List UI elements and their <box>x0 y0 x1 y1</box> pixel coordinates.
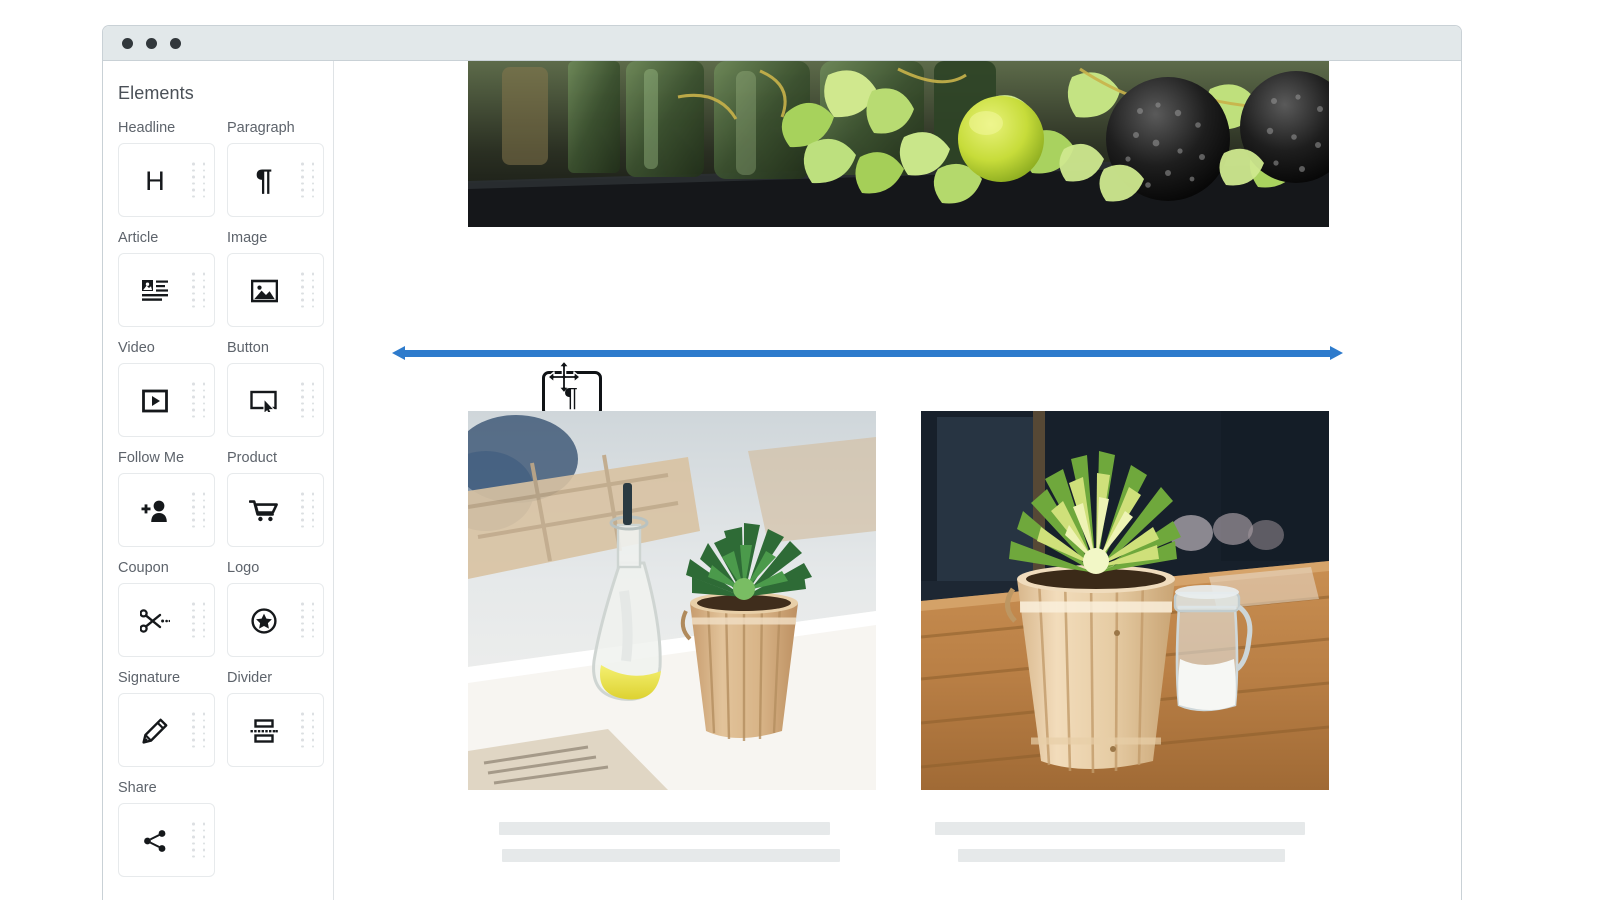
product-card[interactable] <box>921 411 1329 862</box>
element-card-share[interactable] <box>118 803 215 877</box>
drag-ghost-paragraph-glyph: ¶ <box>564 382 578 412</box>
element-cell-signature: Signature <box>118 670 215 767</box>
video-icon <box>119 364 191 438</box>
element-card-coupon[interactable] <box>118 583 215 657</box>
drag-handle-dots[interactable] <box>192 162 205 198</box>
sidebar-title: Elements <box>118 83 194 103</box>
element-label-image: Image <box>227 230 268 246</box>
window-body: Elements Headline H Paragraph ¶ Article … <box>103 61 1461 900</box>
drop-indicator-bar <box>405 350 1330 357</box>
drag-handle-dots[interactable] <box>301 602 314 638</box>
drag-handle-dots[interactable] <box>192 712 205 748</box>
drag-handle-dots[interactable] <box>192 492 205 528</box>
element-card-paragraph[interactable]: ¶ <box>227 143 324 217</box>
element-label-logo: Logo <box>227 560 260 576</box>
drag-handle-dots[interactable] <box>301 162 314 198</box>
article-icon <box>119 254 191 328</box>
element-card-headline[interactable]: H <box>118 143 215 217</box>
paragraph-icon: ¶ <box>255 164 273 197</box>
element-label-video: Video <box>118 340 155 356</box>
product-text-placeholder-line-2 <box>958 849 1285 862</box>
window-titlebar <box>103 26 1461 61</box>
element-label-button: Button <box>227 340 269 356</box>
logo-star-icon <box>228 584 300 658</box>
product-image-2[interactable] <box>921 411 1329 790</box>
drag-handle-dots[interactable] <box>301 712 314 748</box>
product-text-placeholder-line-1 <box>935 822 1305 835</box>
product-cart-icon <box>228 474 300 548</box>
product-image-1[interactable] <box>468 411 876 790</box>
drag-handle-dots[interactable] <box>192 822 205 858</box>
drag-handle-dots[interactable] <box>301 272 314 308</box>
follow-me-icon <box>119 474 191 548</box>
elements-sidebar: Elements Headline H Paragraph ¶ Article … <box>103 61 334 900</box>
product-image-2-graphic <box>921 411 1329 790</box>
drop-indicator-left-arrow <box>392 346 405 360</box>
element-label-divider: Divider <box>227 670 273 686</box>
element-card-video[interactable] <box>118 363 215 437</box>
element-cell-paragraph: Paragraph ¶ <box>227 120 324 217</box>
element-cell-coupon: Coupon <box>118 560 215 657</box>
element-card-button[interactable] <box>227 363 324 437</box>
hero-image-graphic <box>468 61 1329 227</box>
element-label-article: Article <box>118 230 159 246</box>
product-text-placeholder-line-2 <box>502 849 840 862</box>
app-window: Elements Headline H Paragraph ¶ Article … <box>102 25 1462 900</box>
element-cell-article: Article <box>118 230 215 327</box>
element-cell-divider: Divider <box>227 670 324 767</box>
element-cell-button: Button <box>227 340 324 437</box>
elements-grid: Headline H Paragraph ¶ Article Image Vid… <box>118 120 333 890</box>
drag-handle-dots[interactable] <box>301 382 314 418</box>
element-label-follow-me: Follow Me <box>118 450 185 466</box>
element-cell-product: Product <box>227 450 324 547</box>
drag-handle-dots[interactable] <box>192 272 205 308</box>
element-cell-share: Share <box>118 780 215 877</box>
element-cell-logo: Logo <box>227 560 324 657</box>
drag-handle-dots[interactable] <box>192 602 205 638</box>
element-card-divider[interactable] <box>227 693 324 767</box>
element-card-article[interactable] <box>118 253 215 327</box>
element-card-signature[interactable] <box>118 693 215 767</box>
drop-position-indicator <box>392 346 1343 360</box>
button-icon <box>228 364 300 438</box>
signature-pen-icon <box>119 694 191 768</box>
divider-icon <box>228 694 300 768</box>
drag-handle-dots[interactable] <box>192 382 205 418</box>
element-label-signature: Signature <box>118 670 181 686</box>
product-image-1-graphic <box>468 411 876 790</box>
element-card-follow-me[interactable] <box>118 473 215 547</box>
close-dot[interactable] <box>122 37 133 49</box>
product-cards-row <box>468 411 1329 862</box>
element-card-product[interactable] <box>227 473 324 547</box>
element-cell-follow-me: Follow Me <box>118 450 215 547</box>
element-label-share: Share <box>118 780 157 796</box>
element-label-paragraph: Paragraph <box>227 120 295 136</box>
headline-icon: H <box>145 165 165 196</box>
element-cell-video: Video <box>118 340 215 437</box>
screenshot-root: Elements Headline H Paragraph ¶ Article … <box>0 0 1600 900</box>
drag-handle-dots[interactable] <box>301 492 314 528</box>
element-card-logo[interactable] <box>227 583 324 657</box>
maximize-dot[interactable] <box>170 37 181 49</box>
element-cell-headline: Headline H <box>118 120 215 217</box>
element-cell-image: Image <box>227 230 324 327</box>
minimize-dot[interactable] <box>146 37 157 49</box>
drop-indicator-right-arrow <box>1330 346 1343 360</box>
image-icon <box>228 254 300 328</box>
element-label-coupon: Coupon <box>118 560 169 576</box>
coupon-scissors-icon <box>119 584 191 658</box>
product-card[interactable] <box>468 411 876 862</box>
element-card-image[interactable] <box>227 253 324 327</box>
hero-image-block[interactable] <box>468 61 1329 227</box>
email-canvas[interactable]: ¶ <box>334 61 1461 900</box>
share-icon <box>119 804 191 878</box>
product-text-placeholder-line-1 <box>499 822 830 835</box>
element-label-headline: Headline <box>118 120 176 136</box>
element-label-product: Product <box>227 450 277 466</box>
